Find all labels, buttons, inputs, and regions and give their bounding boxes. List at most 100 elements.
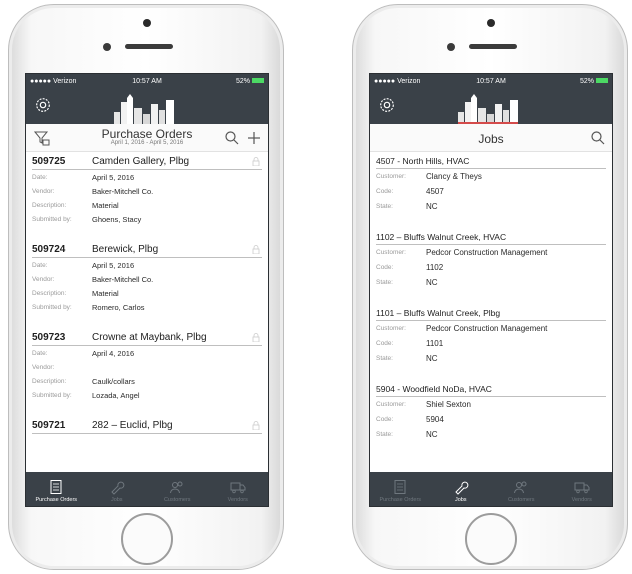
battery-label: 52% <box>184 78 264 85</box>
customer-label: Customer: <box>376 173 406 180</box>
tab-jobs[interactable]: Jobs <box>431 472 492 506</box>
lock-icon <box>252 333 260 342</box>
carrier-label: ●●●●● Verizon <box>374 77 421 85</box>
code-value: 4507 <box>426 187 444 196</box>
date-value: April 5, 2016 <box>92 172 135 182</box>
truck-icon <box>574 482 590 494</box>
home-button[interactable] <box>465 513 517 565</box>
tab-label: Purchase Orders <box>35 497 78 503</box>
stage: ●●●●● Verizon 10:57 AM 52% Purchase Orde… <box>0 0 632 574</box>
document-icon <box>50 480 62 494</box>
state-value: NC <box>426 430 438 439</box>
list-item[interactable]: 509724 Berewick, Plbg Date: April 5, 2016 … <box>26 240 268 328</box>
code-label: Code: <box>376 340 394 347</box>
vendor-label: Vendor: <box>32 275 55 283</box>
lock-icon <box>252 157 260 166</box>
customer-value: Clancy & Theys <box>426 172 482 181</box>
state-value: NC <box>426 278 438 287</box>
battery-icon <box>595 78 608 84</box>
tab-label: Customers <box>507 497 535 503</box>
lock-icon <box>252 421 260 430</box>
time-label: 10:57 AM <box>476 77 506 85</box>
battery-label: 52% <box>528 78 608 85</box>
earpiece-speaker <box>469 44 517 49</box>
code-label: Code: <box>376 264 394 271</box>
order-name: Berewick, Plbg <box>92 244 159 255</box>
phone-right: ●●●●● Verizon 10:57 AM 52% Jobs 4507 - N… <box>352 4 628 570</box>
tab-bar: Purchase Orders Jobs Customers Vendors <box>370 472 612 506</box>
tab-label: Jobs <box>110 497 123 503</box>
tab-customers[interactable]: Customers <box>491 472 552 506</box>
customer-value: Pedcor Construction Management <box>426 324 548 333</box>
search-icon[interactable] <box>224 130 240 146</box>
screen-purchase-orders: ●●●●● Verizon 10:57 AM 52% Purchase Orde… <box>25 73 269 507</box>
document-icon <box>394 480 406 494</box>
tab-label: Jobs <box>454 497 467 503</box>
front-camera <box>143 19 151 27</box>
date-value: April 5, 2016 <box>92 260 135 270</box>
code-label: Code: <box>376 188 394 195</box>
status-bar: ●●●●● Verizon 10:57 AM 52% <box>26 74 268 88</box>
tab-jobs[interactable]: Jobs <box>87 472 148 506</box>
gear-icon[interactable] <box>378 96 396 114</box>
add-icon[interactable] <box>246 130 262 146</box>
description-label: Description: <box>32 289 67 297</box>
tab-bar: Purchase Orders Jobs Customers Vendors <box>26 472 268 506</box>
search-icon[interactable] <box>590 130 606 146</box>
order-name: Crowne at Maybank, Plbg <box>92 332 207 343</box>
carrier-label: ●●●●● Verizon <box>30 77 77 85</box>
tab-vendors[interactable]: Vendors <box>208 472 269 506</box>
vendor-value: Baker-Mitchell Co. <box>92 186 154 196</box>
state-label: State: <box>376 355 393 362</box>
job-title: 1101 – Bluffs Walnut Creek, Plbg <box>376 308 606 321</box>
order-name: 282 – Euclid, Plbg <box>92 420 173 431</box>
skyline-logo <box>458 94 518 124</box>
state-label: State: <box>376 431 393 438</box>
submitted-by-value: Lozada, Angel <box>92 390 140 400</box>
code-label: Code: <box>376 416 394 423</box>
list-item[interactable]: 509721 282 – Euclid, Plbg <box>26 416 268 434</box>
description-label: Description: <box>32 377 67 385</box>
skyline-logo <box>114 94 174 124</box>
tab-vendors[interactable]: Vendors <box>552 472 613 506</box>
screen-jobs: ●●●●● Verizon 10:57 AM 52% Jobs 4507 - N… <box>369 73 613 507</box>
purchase-order-list[interactable]: 509725 Camden Gallery, Plbg Date: April 5,… <box>26 152 268 472</box>
order-number: 509721 <box>32 420 66 431</box>
time-label: 10:57 AM <box>132 77 162 85</box>
tab-label: Purchase Orders <box>379 497 422 503</box>
list-item[interactable]: 4507 - North Hills, HVAC Customer: Clancy… <box>370 152 612 228</box>
list-item[interactable]: 509725 Camden Gallery, Plbg Date: April 5,… <box>26 152 268 240</box>
tab-label: Customers <box>163 497 191 503</box>
people-icon <box>514 481 527 494</box>
submitted-by-label: Submitted by: <box>32 391 72 399</box>
list-item[interactable]: 5904 - Woodfield NoDa, HVAC Customer: Shi… <box>370 380 612 442</box>
order-number: 509724 <box>32 244 66 255</box>
description-value: Material <box>92 200 119 210</box>
sensor-lens <box>103 43 111 51</box>
list-item[interactable]: 1101 – Bluffs Walnut Creek, Plbg Custome… <box>370 304 612 380</box>
order-number: 509725 <box>32 156 66 167</box>
earpiece-speaker <box>125 44 173 49</box>
tab-purchase-orders[interactable]: Purchase Orders <box>26 472 87 506</box>
vendor-label: Vendor: <box>32 187 55 195</box>
tab-customers[interactable]: Customers <box>147 472 208 506</box>
date-label: Date: <box>32 173 48 181</box>
list-item[interactable]: 509723 Crowne at Maybank, Plbg Date: April… <box>26 328 268 416</box>
status-bar: ●●●●● Verizon 10:57 AM 52% <box>370 74 612 88</box>
tab-label: Vendors <box>571 497 592 503</box>
description-value: Caulk/collars <box>92 376 135 386</box>
jobs-list[interactable]: 4507 - North Hills, HVAC Customer: Clancy… <box>370 152 612 472</box>
tab-label: Vendors <box>227 497 248 503</box>
submitted-by-value: Ghoens, Stacy <box>92 214 142 224</box>
tab-purchase-orders[interactable]: Purchase Orders <box>370 472 431 506</box>
list-item[interactable]: 1102 – Bluffs Walnut Creek, HVAC Custome… <box>370 228 612 304</box>
job-title: 4507 - North Hills, HVAC <box>376 156 606 169</box>
gear-icon[interactable] <box>34 96 52 114</box>
description-value: Material <box>92 288 119 298</box>
home-button[interactable] <box>121 513 173 565</box>
page-title: Jobs <box>478 132 504 146</box>
customer-label: Customer: <box>376 325 406 332</box>
state-value: NC <box>426 354 438 363</box>
sensor-lens <box>447 43 455 51</box>
code-value: 5904 <box>426 415 444 424</box>
